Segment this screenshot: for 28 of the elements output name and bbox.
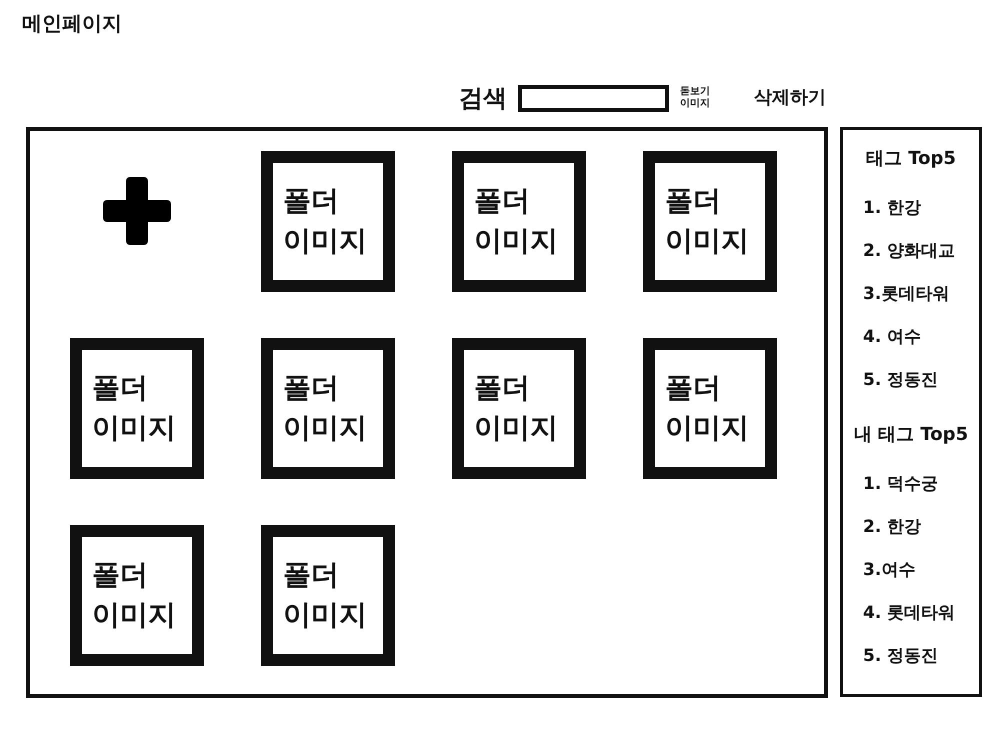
folder-tile[interactable]: 폴더 이미지: [452, 338, 586, 479]
add-button[interactable]: [103, 177, 171, 245]
plus-icon: [103, 177, 171, 245]
icon-placeholder-label: 돋보기 이미지: [680, 86, 711, 110]
tag-item[interactable]: 1. 한강: [863, 187, 922, 230]
page-title: 메인페이지: [22, 10, 122, 36]
tag-item[interactable]: 1. 덕수궁: [863, 463, 938, 506]
tag-item[interactable]: 5. 정동진: [863, 635, 938, 678]
folder-tile[interactable]: 폴더 이미지: [70, 338, 204, 479]
tag-item[interactable]: 2. 한강: [863, 506, 922, 549]
folder-tile[interactable]: 폴더 이미지: [643, 151, 777, 292]
search-field[interactable]: [518, 84, 669, 112]
tag-heading: 내 태그 Top5: [852, 423, 970, 447]
tag-item[interactable]: 2. 양화대교: [863, 230, 956, 273]
folder-tile[interactable]: 폴더 이미지: [261, 151, 395, 292]
tag-item[interactable]: 3.여수: [863, 549, 916, 592]
tag-item[interactable]: 5. 정동진: [863, 359, 938, 402]
folder-tile[interactable]: 폴더 이미지: [261, 525, 395, 666]
folder-tile[interactable]: 폴더 이미지: [261, 338, 395, 479]
delete-button[interactable]: 삭제하기: [754, 86, 826, 110]
folder-tile[interactable]: 폴더 이미지: [643, 338, 777, 479]
folder-tile[interactable]: 폴더 이미지: [70, 525, 204, 666]
tag-item[interactable]: 4. 여수: [863, 316, 922, 359]
folder-tile[interactable]: 폴더 이미지: [452, 151, 586, 292]
tag-item[interactable]: 4. 롯데타워: [863, 592, 956, 635]
search-label: 검색: [459, 83, 507, 113]
tag-heading: 태그 Top5: [865, 147, 957, 171]
tag-item[interactable]: 3.롯데타워: [863, 273, 950, 316]
